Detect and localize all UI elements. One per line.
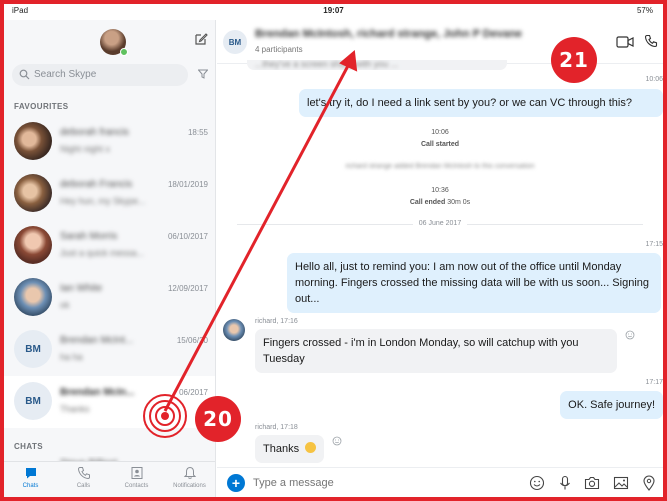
step-badge-21: 21 — [551, 37, 597, 83]
tutorial-arrow-line — [163, 61, 352, 412]
tap-target-icon — [143, 394, 187, 438]
arrow-head-icon — [339, 50, 358, 72]
step-badge-20: 20 — [195, 396, 241, 442]
